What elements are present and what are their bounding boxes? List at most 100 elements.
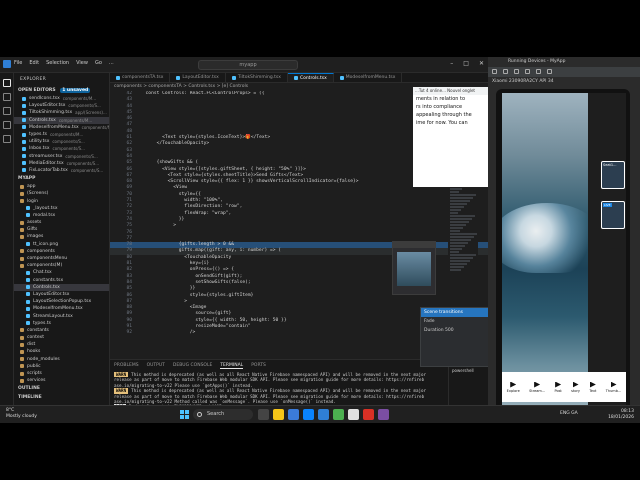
- panel-tab[interactable]: PORTS: [251, 363, 266, 369]
- editor-tab[interactable]: componentsTA.tsx: [110, 73, 171, 82]
- tree-item[interactable]: context: [14, 334, 109, 341]
- android-studio-icon[interactable]: [333, 409, 344, 420]
- tray-clock[interactable]: 08:13 18/01/2026: [608, 409, 634, 421]
- tree-item[interactable]: Controls.tsx: [14, 283, 109, 291]
- tree-item[interactable]: ModeselfromMenu.tsx: [14, 305, 109, 312]
- tree-item[interactable]: (Screens): [14, 190, 109, 197]
- tree-item[interactable]: services: [14, 377, 109, 384]
- open-editor-item[interactable]: Controls.tsx components/M...: [14, 116, 109, 124]
- panel-tab[interactable]: PROBLEMS: [114, 363, 139, 369]
- menu-view[interactable]: View: [76, 60, 88, 66]
- timeline-section[interactable]: TIMELINE: [14, 393, 109, 402]
- extensions-icon[interactable]: [3, 135, 11, 143]
- tree-item[interactable]: constants.tsx: [14, 277, 109, 284]
- close-button[interactable]: ✕: [479, 60, 484, 67]
- device-name[interactable]: Xiaomi 23090RA2CY API 34: [488, 77, 640, 86]
- bottom-action[interactable]: Text: [589, 381, 596, 393]
- open-editor-item[interactable]: Inbox.tsx components/S...: [14, 145, 109, 152]
- menu-selection[interactable]: Selection: [46, 60, 69, 66]
- bottom-action[interactable]: Post: [554, 381, 562, 393]
- open-editor-item[interactable]: sendIcons.tsx components/M...: [14, 95, 109, 102]
- as-row[interactable]: Duration 500: [421, 326, 489, 335]
- more-icon[interactable]: [547, 69, 552, 74]
- tree-item[interactable]: StreamLayout.tsx: [14, 312, 109, 319]
- maximize-button[interactable]: □: [463, 60, 469, 67]
- stream-card-live[interactable]: LIVE: [601, 201, 625, 229]
- open-editor-item[interactable]: utility.tsx components/S...: [14, 138, 109, 145]
- store-icon[interactable]: [303, 409, 314, 420]
- app-purple-icon[interactable]: [378, 409, 389, 420]
- search-icon[interactable]: [3, 93, 11, 101]
- tree-item[interactable]: tt_icon.png: [14, 241, 109, 248]
- chrome-icon[interactable]: [348, 409, 359, 420]
- menu-go[interactable]: Go: [95, 60, 102, 66]
- vscode-taskbar-icon[interactable]: [318, 409, 329, 420]
- tree-item[interactable]: dist: [14, 341, 109, 348]
- rotate-icon[interactable]: [525, 69, 530, 74]
- editor-tab[interactable]: LayoutEditor.tsx: [170, 73, 226, 82]
- tree-item[interactable]: modal.tsx: [14, 212, 109, 219]
- menu-edit[interactable]: Edit: [29, 60, 39, 66]
- bottom-action[interactable]: Stream...: [529, 381, 545, 393]
- file-explorer-icon[interactable]: [273, 409, 284, 420]
- tree-item[interactable]: node_modules: [14, 356, 109, 363]
- panel-tab[interactable]: DEBUG CONSOLE: [173, 363, 212, 369]
- tree-item[interactable]: constants: [14, 327, 109, 334]
- app-red-icon[interactable]: [363, 409, 374, 420]
- tree-item[interactable]: hooks: [14, 348, 109, 355]
- bottom-action[interactable]: story: [571, 381, 580, 393]
- tree-item[interactable]: components(M): [14, 262, 109, 269]
- tree-item[interactable]: LayoutSelectionPopup.tsx: [14, 298, 109, 305]
- tree-item[interactable]: login: [14, 197, 109, 204]
- volume-up-icon[interactable]: [503, 69, 508, 74]
- tree-item[interactable]: Chat.tsx: [14, 269, 109, 276]
- open-editor-item[interactable]: FixLocatorTab.tsx components/S...: [14, 167, 109, 174]
- tree-item[interactable]: public: [14, 363, 109, 370]
- explorer-icon[interactable]: [3, 79, 11, 87]
- tree-item[interactable]: types.ts: [14, 320, 109, 327]
- tree-item[interactable]: images: [14, 233, 109, 240]
- phone-screen[interactable]: Seat1... LIVE Explore Stream... Post story T…: [496, 89, 630, 417]
- stream-card-1[interactable]: Seat1...: [601, 161, 625, 189]
- open-editor-item[interactable]: TiltokShimming.tsx app/(Screens)...: [14, 109, 109, 116]
- panel-tab[interactable]: OUTPUT: [147, 363, 165, 369]
- open-editor-item[interactable]: streamuser.tsx components/S...: [14, 153, 109, 160]
- tree-item[interactable]: app: [14, 183, 109, 190]
- source-control-icon[interactable]: [3, 107, 11, 115]
- tree-item[interactable]: _layout.tsx: [14, 205, 109, 212]
- tree-item[interactable]: assets: [14, 219, 109, 226]
- open-editor-item[interactable]: MediaEditor.tsx components/S...: [14, 160, 109, 167]
- editor-tab[interactable]: TiltokShimming.tsx: [226, 73, 288, 82]
- weather-widget[interactable]: 8°C Mostly cloudy: [6, 408, 37, 420]
- editor-tab[interactable]: ModeselfromMenu.tsx: [334, 73, 403, 82]
- open-editor-item[interactable]: types.ts components/M...: [14, 131, 109, 138]
- tree-item[interactable]: LayoutEditor.tsx: [14, 291, 109, 298]
- terminal-instance[interactable]: powershell: [452, 368, 485, 373]
- volume-down-icon[interactable]: [514, 69, 519, 74]
- tray-language[interactable]: ENG GA: [560, 411, 578, 416]
- menu-more[interactable]: ...: [109, 60, 114, 66]
- tree-item[interactable]: components: [14, 248, 109, 255]
- breadcrumb[interactable]: components > componentsTA > Controls.tsx…: [114, 84, 248, 89]
- open-editor-item[interactable]: ModeselfromMenu.tsxcomponents/M...: [14, 124, 109, 131]
- open-editors-section[interactable]: OPEN EDITORS 1 unsaved: [14, 86, 109, 95]
- command-center[interactable]: myapp: [198, 60, 298, 70]
- minimize-button[interactable]: –: [450, 60, 453, 67]
- run-debug-icon[interactable]: [3, 121, 11, 129]
- tree-item[interactable]: componentsMenu: [14, 255, 109, 262]
- edge-icon[interactable]: [288, 409, 299, 420]
- menu-file[interactable]: File: [14, 60, 22, 66]
- panel-tab[interactable]: TERMINAL: [220, 363, 244, 369]
- bottom-action[interactable]: Explore: [507, 381, 520, 393]
- power-icon[interactable]: [492, 69, 497, 74]
- taskbar-search[interactable]: Search: [193, 409, 253, 420]
- browser-tabs[interactable]: ...Tut 4 online... Nouvel onglet: [413, 87, 493, 95]
- screenshot-icon[interactable]: [536, 69, 541, 74]
- open-editor-item[interactable]: LayoutEditor.tsx components/S...: [14, 102, 109, 109]
- outline-section[interactable]: OUTLINE: [14, 384, 109, 393]
- as-row[interactable]: Scene transitions: [421, 308, 489, 317]
- bottom-action[interactable]: Thumb...: [606, 381, 621, 393]
- tree-item[interactable]: scripts: [14, 370, 109, 377]
- as-row[interactable]: Fade: [421, 317, 489, 326]
- taskview-icon[interactable]: [258, 409, 269, 420]
